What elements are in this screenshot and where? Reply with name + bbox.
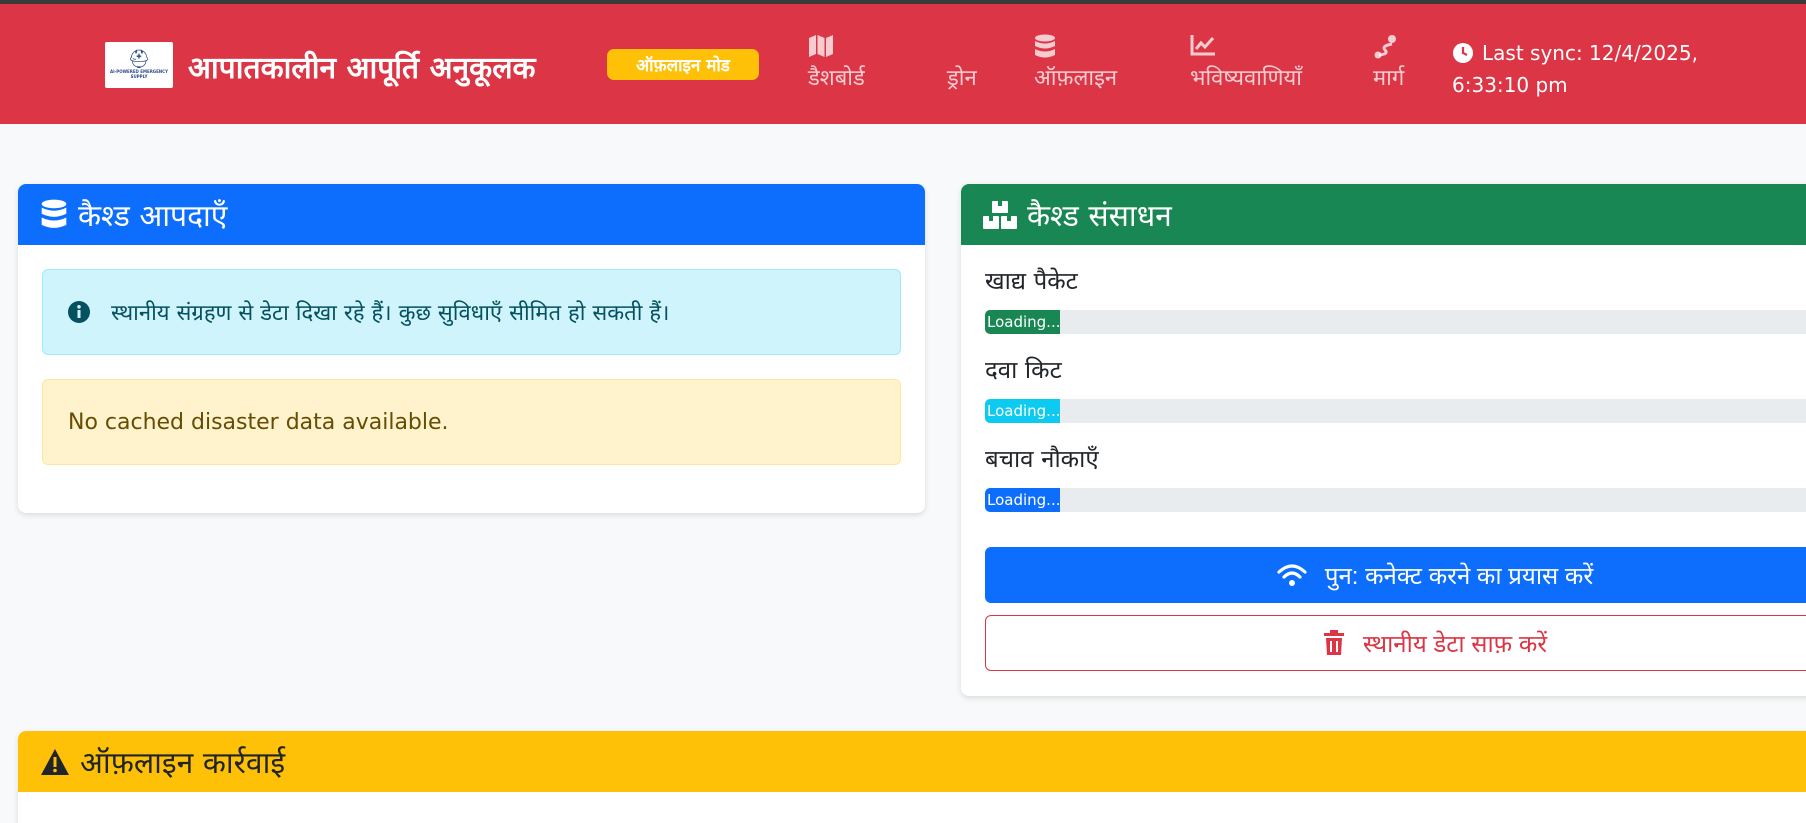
resource-label-boats: बचाव नौकाएँ [985,445,1099,473]
logo-text: AI-POWERED EMERGENCY SUPPLY [110,69,168,79]
app-title[interactable]: आपातकालीन आपूर्ति अनुकूलक [188,46,536,87]
chart-line-icon [1190,34,1302,62]
trash-icon [1323,630,1344,655]
navbar: ⛑ AI-POWERED EMERGENCY SUPPLY आपातकालीन … [0,4,1806,124]
app-logo[interactable]: ⛑ AI-POWERED EMERGENCY SUPPLY [105,42,173,88]
progress-bar: Loading... [985,399,1060,423]
offline-actions-card: ऑफ़लाइन कार्रवाई [18,731,1806,823]
nav-item-predictions[interactable]: भविष्यवाणियाँ [1190,34,1302,92]
progress-bar: Loading... [985,310,1060,334]
nav-label: ऑफ़लाइन [1034,66,1118,91]
medicine-kits-progress: Loading... [985,399,1806,423]
nav-label: ड्रोन [947,66,977,91]
offline-mode-badge: ऑफ़लाइन मोड [607,49,759,80]
info-circle-icon [68,301,90,323]
resource-label-food: खाद्य पैकेट [985,267,1078,295]
wifi-icon [1277,564,1307,586]
cached-disasters-card: कैश्ड आपदाएँ स्थानीय संग्रहण से डेटा दिख… [18,184,925,513]
card-title: ऑफ़लाइन कार्रवाई [80,746,286,781]
cached-resources-card: कैश्ड संसाधन खाद्य पैकेट Loading... दवा … [961,184,1806,696]
rescue-boats-progress: Loading... [985,488,1806,512]
progress-bar: Loading... [985,488,1060,512]
database-icon [1034,34,1117,62]
route-icon [1373,34,1404,62]
card-header: कैश्ड आपदाएँ [18,184,925,245]
empty-text: No cached disaster data available. [68,409,449,435]
nav-label: मार्ग [1373,66,1405,91]
resource-label-medicine: दवा किट [985,356,1062,384]
database-icon [41,199,67,228]
last-sync-status: Last sync: 12/4/2025, 6:33:10 pm [1452,37,1772,101]
clear-label: स्थानीय डेटा साफ़ करें [1362,630,1548,658]
nav-item-offline[interactable]: ऑफ़लाइन [1034,34,1117,92]
reconnect-button[interactable]: पुन: कनेक्ट करने का प्रयास करें [985,547,1806,603]
nav-label: भविष्यवाणियाँ [1190,66,1302,91]
nav-item-routes[interactable]: मार्ग [1373,34,1404,92]
drone-icon [947,34,977,62]
nav-item-drone[interactable]: ड्रोन [947,34,977,92]
card-title: कैश्ड आपदाएँ [78,199,228,234]
reconnect-label: पुन: कनेक्ट करने का प्रयास करें [1324,562,1594,590]
nav-item-dashboard[interactable]: डैशबोर्ड [808,34,865,92]
food-packets-progress: Loading... [985,310,1806,334]
boxes-icon [983,200,1017,229]
clear-local-data-button[interactable]: स्थानीय डेटा साफ़ करें [985,615,1806,671]
nav-label: डैशबोर्ड [808,66,865,91]
clock-icon [1453,43,1473,63]
last-sync-text: Last sync: 12/4/2025, 6:33:10 pm [1452,41,1698,97]
no-data-alert: No cached disaster data available. [42,379,901,465]
info-text: स्थानीय संग्रहण से डेटा दिखा रहे हैं। कु… [111,301,670,326]
warning-triangle-icon [41,748,69,775]
map-icon [808,34,865,62]
offline-info-alert: स्थानीय संग्रहण से डेटा दिखा रहे हैं। कु… [42,269,901,355]
drone-logo-icon: ⛑ [127,49,151,70]
card-title: कैश्ड संसाधन [1027,199,1172,234]
card-header: कैश्ड संसाधन [961,184,1806,245]
card-header: ऑफ़लाइन कार्रवाई [18,731,1806,792]
